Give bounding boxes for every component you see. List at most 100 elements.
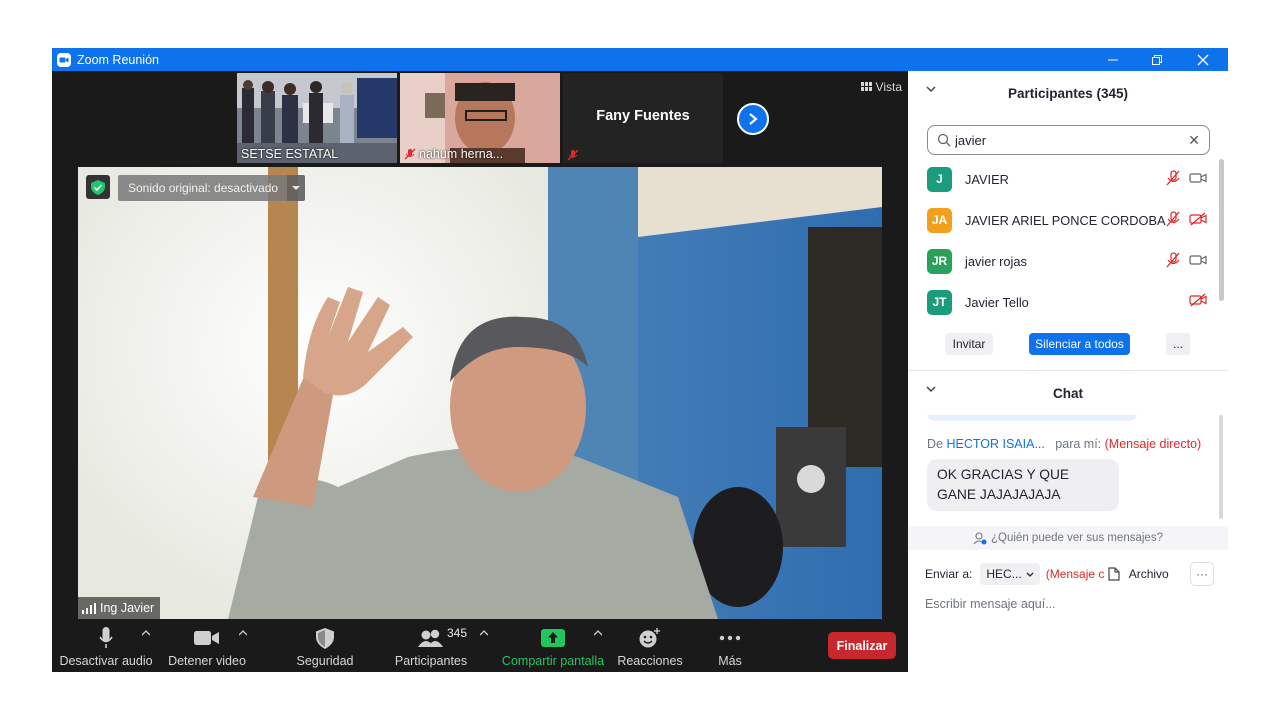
message-bubble: OK GRACIAS Y QUE GANE JAJAJAJAJA <box>927 459 1119 511</box>
participants-icon <box>418 629 443 647</box>
mute-all-button[interactable]: Silenciar a todos <box>1029 333 1130 355</box>
signal-bars-icon <box>82 602 96 614</box>
stop-video-button[interactable]: Detener video <box>164 619 250 672</box>
restore-icon <box>1152 54 1162 65</box>
chevron-down-icon[interactable] <box>926 386 936 393</box>
participant-row[interactable]: J JAVIER <box>927 166 1207 192</box>
participants-more-button[interactable]: ... <box>1166 333 1190 355</box>
chevron-down-icon <box>292 185 300 190</box>
caret-up-icon <box>593 630 603 636</box>
avatar: J <box>927 166 952 192</box>
send-to-row: Enviar a: HEC... (Mensaje c Archivo <box>925 562 1215 586</box>
chat-header: Chat <box>908 371 1228 415</box>
message-sender[interactable]: HECTOR ISAIA... <box>946 437 1044 451</box>
thumb-name-center: Fany Fuentes <box>596 108 690 124</box>
end-meeting-button[interactable]: Finalizar <box>828 632 896 659</box>
video-off-icon <box>1189 293 1207 307</box>
participants-count: 345 <box>447 626 468 640</box>
muted-mic-icon <box>567 149 579 161</box>
participant-row[interactable]: JR javier rojas <box>927 248 1207 274</box>
participant-search[interactable]: ✕ <box>927 125 1210 155</box>
chat-message-input[interactable]: Escribir mensaje aquí... <box>925 592 1205 616</box>
chevron-down-icon[interactable] <box>926 86 936 93</box>
avatar: JT <box>927 289 952 315</box>
close-button[interactable] <box>1180 48 1226 71</box>
share-screen-icon <box>541 629 565 647</box>
participant-row[interactable]: JA JAVIER ARIEL PONCE CORDOBA <box>927 207 1207 233</box>
close-icon <box>1197 54 1209 65</box>
share-options-caret[interactable] <box>593 628 603 639</box>
file-icon[interactable] <box>1108 567 1120 581</box>
muted-mic-icon <box>1166 252 1180 268</box>
audio-options-caret[interactable] <box>141 628 151 639</box>
participants-scrollbar[interactable] <box>1219 159 1224 301</box>
muted-mic-icon <box>404 148 416 160</box>
video-area: SETSE ESTATAL nahum herna... Fany Fuente… <box>52 71 908 619</box>
send-to-select[interactable]: HEC... <box>980 563 1040 585</box>
original-sound-toggle[interactable]: Sonido original: desactivado <box>118 175 289 201</box>
message-meta: De HECTOR ISAIA... para mí: (Mensaje dir… <box>927 437 1202 451</box>
title-bar: Zoom Reunión <box>52 48 1228 71</box>
participant-name: JAVIER ARIEL PONCE CORDOBA <box>965 212 1166 228</box>
participant-name: javier rojas <box>965 253 1027 269</box>
participants-header: Participantes (345) <box>908 71 1228 115</box>
clear-search-icon[interactable]: ✕ <box>1188 132 1200 149</box>
participant-name: Javier Tello <box>965 294 1029 310</box>
zoom-window: Zoom Reunión SETSE ESTATAL nahum herna..… <box>52 48 1228 672</box>
message-type-label: (Mensaje c <box>1045 567 1104 581</box>
video-on-icon <box>1189 255 1207 265</box>
mute-audio-button[interactable]: Desactivar audio <box>59 619 153 672</box>
video-on-icon <box>1189 173 1207 183</box>
participant-name: JAVIER <box>965 171 1009 187</box>
caret-up-icon <box>141 630 151 636</box>
thumb-muted-indicator <box>567 149 579 161</box>
smiley-add-icon <box>639 628 660 648</box>
chat-scrollbar[interactable] <box>1219 415 1223 519</box>
view-button[interactable]: Vista <box>860 80 902 94</box>
participants-options-caret[interactable] <box>479 628 489 639</box>
zoom-app-icon <box>57 52 71 67</box>
shield-check-icon <box>91 179 105 195</box>
who-can-see-messages[interactable]: ¿Quién puede ver sus mensajes? <box>908 526 1228 550</box>
person-info-icon <box>973 531 987 544</box>
restore-button[interactable] <box>1134 48 1180 71</box>
minimize-icon <box>1108 59 1118 60</box>
muted-mic-icon <box>1166 211 1180 227</box>
security-badge[interactable] <box>86 175 110 199</box>
speaker-name-label: Ing Javier <box>78 597 161 619</box>
meeting-toolbar: Desactivar audio Detener video Seguridad… <box>52 619 908 672</box>
chevron-right-icon <box>749 113 758 125</box>
security-button[interactable]: Seguridad <box>290 619 360 672</box>
file-button[interactable]: Archivo <box>1129 567 1169 581</box>
microphone-icon <box>99 627 113 648</box>
thumb-name-label: nahum herna... <box>404 147 503 161</box>
more-button[interactable]: Más <box>705 619 755 672</box>
main-speaker-video: Sonido original: desactivado Ing Javier <box>78 167 882 619</box>
speaker-video-image <box>78 167 882 619</box>
search-icon <box>937 133 951 147</box>
thumb-name-label: SETSE ESTATAL <box>241 147 339 161</box>
avatar: JA <box>927 207 952 233</box>
avatar: JR <box>927 248 952 274</box>
grid-icon <box>860 82 872 91</box>
minimize-button[interactable] <box>1090 48 1136 71</box>
video-off-icon <box>1189 212 1207 226</box>
more-dots-icon <box>719 635 741 641</box>
caret-up-icon <box>479 630 489 636</box>
chat-messages: De HECTOR ISAIA... para mí: (Mensaje dir… <box>908 415 1228 525</box>
video-camera-icon <box>194 631 219 645</box>
gallery-thumb-2[interactable]: nahum herna... <box>400 73 560 163</box>
participant-row[interactable]: JT Javier Tello <box>927 289 1207 315</box>
gallery-thumb-3[interactable]: Fany Fuentes <box>563 73 723 163</box>
share-screen-button[interactable]: Compartir pantalla <box>498 619 608 672</box>
previous-message-bubble <box>927 415 1137 421</box>
video-options-caret[interactable] <box>238 628 248 639</box>
shield-icon <box>316 627 334 649</box>
search-input[interactable] <box>955 132 1175 148</box>
invite-button[interactable]: Invitar <box>945 333 993 355</box>
gallery-thumb-1[interactable]: SETSE ESTATAL <box>237 73 397 163</box>
chat-more-button[interactable]: ··· <box>1190 562 1214 586</box>
original-sound-dropdown[interactable] <box>287 175 305 201</box>
reactions-button[interactable]: Reacciones <box>615 619 685 672</box>
gallery-next-button[interactable] <box>737 103 769 135</box>
